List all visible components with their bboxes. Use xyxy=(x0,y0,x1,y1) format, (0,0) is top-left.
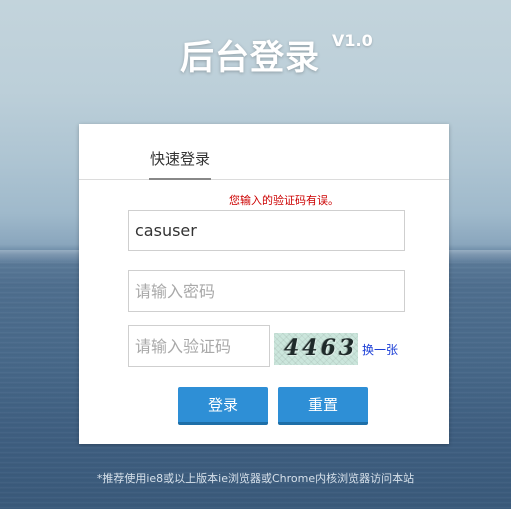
password-input[interactable] xyxy=(128,270,405,312)
login-panel: 快速登录 您输入的验证码有误。 4463 换一张 登录 重置 xyxy=(79,124,449,444)
version-label: V1.0 xyxy=(332,31,373,50)
error-message: 您输入的验证码有误。 xyxy=(229,194,339,207)
tab-bar: 快速登录 xyxy=(79,124,449,180)
browser-notice: *推荐使用ie8或以上版本ie浏览器或Chrome内核浏览器访问本站 xyxy=(96,472,415,485)
page-title: 后台登录 xyxy=(180,38,320,78)
reset-button[interactable]: 重置 xyxy=(278,387,368,425)
captcha-text: 4463 xyxy=(284,335,358,361)
username-input[interactable] xyxy=(128,210,405,251)
captcha-image[interactable]: 4463 xyxy=(274,333,358,365)
captcha-input[interactable] xyxy=(128,325,270,367)
refresh-captcha-link[interactable]: 换一张 xyxy=(362,341,398,358)
tab-quick-login[interactable]: 快速登录 xyxy=(149,148,212,180)
login-page: 后台登录 V1.0 快速登录 您输入的验证码有误。 4463 换一张 登录 重置… xyxy=(0,0,511,509)
login-button[interactable]: 登录 xyxy=(178,387,268,425)
